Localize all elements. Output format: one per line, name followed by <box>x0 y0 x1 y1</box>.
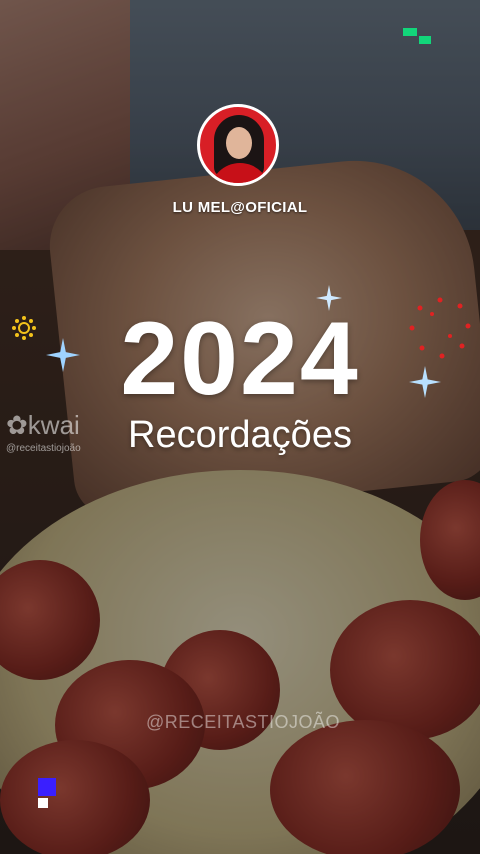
kwai-logo-icon: ✿ <box>6 410 28 440</box>
kwai-brand-text: kwai <box>27 410 80 440</box>
kwai-watermark: ✿kwai @receitastiojoão <box>6 410 81 454</box>
year-title: 2024 <box>120 301 360 417</box>
avatar[interactable] <box>197 104 279 186</box>
corner-pixel-green-icon <box>403 28 431 44</box>
username[interactable]: LU MEL@OFICIAL <box>0 199 480 216</box>
corner-pixel-blue-icon <box>38 778 56 808</box>
kwai-handle: @receitastiojoão <box>6 443 81 454</box>
bottom-watermark: @RECEITASTIOJOÃO <box>146 712 340 732</box>
